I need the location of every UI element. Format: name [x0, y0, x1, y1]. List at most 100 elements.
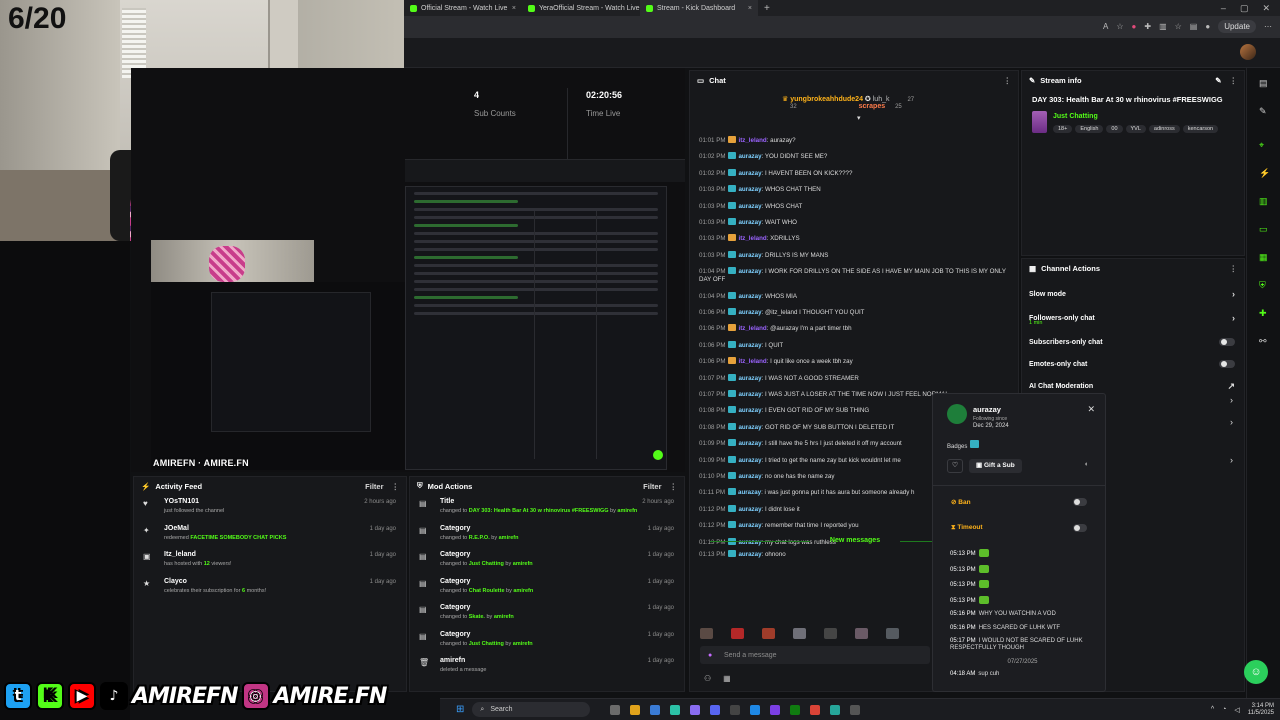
emote-icon[interactable]	[855, 628, 868, 639]
close-tab-icon[interactable]: ×	[512, 5, 516, 12]
message-user[interactable]: aurazay	[738, 506, 761, 513]
message-user[interactable]: aurazay	[738, 522, 761, 529]
app-icon[interactable]	[750, 704, 761, 715]
app-icon[interactable]	[850, 704, 861, 715]
emote-icon[interactable]	[731, 628, 744, 639]
read-aloud-icon[interactable]: A	[1103, 22, 1108, 31]
toggle-switch[interactable]	[1219, 338, 1235, 346]
message-user[interactable]: aurazay	[738, 252, 761, 259]
message-user[interactable]: aurazay	[738, 268, 761, 275]
mod-action-item[interactable]: ▤ Title changed to DAY 303: Health Bar At …	[410, 495, 684, 522]
profile-icon[interactable]: ●	[1205, 22, 1210, 31]
close-tab-icon[interactable]: ×	[748, 5, 752, 12]
document-icon[interactable]: ▥	[1259, 196, 1268, 207]
collections-icon[interactable]: ▤	[1190, 22, 1198, 31]
stream-tag[interactable]: adinross	[1148, 125, 1180, 133]
users-icon[interactable]: ⚇	[704, 674, 711, 683]
mod-action-by[interactable]: amirefn	[617, 508, 637, 514]
new-tab-button[interactable]: +	[758, 3, 776, 14]
avatar[interactable]	[1240, 44, 1256, 60]
stream-tag[interactable]: English	[1075, 125, 1104, 133]
windows-start-icon[interactable]: ⊞	[456, 704, 464, 715]
message-user[interactable]: aurazay	[738, 153, 761, 160]
message-user[interactable]: aurazay	[738, 203, 761, 210]
lock-icon[interactable]: ◐	[1085, 461, 1089, 468]
edit-icon[interactable]: ✎	[1215, 76, 1221, 85]
app-icon[interactable]	[730, 704, 741, 715]
wrench-icon[interactable]: ✚	[1259, 308, 1267, 319]
message-user[interactable]: aurazay	[738, 375, 761, 382]
app-icon[interactable]	[770, 704, 781, 715]
message-user[interactable]: itz_leland	[738, 358, 766, 365]
mod-action-item[interactable]: ▤ Category changed to Skate. by amirefn 1 d…	[410, 601, 684, 628]
message-user[interactable]: aurazay	[738, 293, 761, 300]
close-window-icon[interactable]: ✕	[1262, 3, 1270, 14]
mod-action-by[interactable]: amirefn	[513, 588, 533, 594]
message-user[interactable]: aurazay	[738, 407, 761, 414]
activity-feed-item[interactable]: ▣ Itz_leland has hosted with 12 viewers! 1 …	[134, 548, 406, 575]
split-screen-icon[interactable]: ▥	[1159, 22, 1167, 31]
user-card-username[interactable]: aurazay	[973, 405, 1001, 414]
filter-button[interactable]: Filter	[365, 482, 383, 491]
bolt-icon[interactable]: ⚡	[1259, 168, 1270, 179]
xbox-icon[interactable]	[790, 704, 801, 715]
task-view-icon[interactable]	[610, 704, 621, 715]
message-user[interactable]: aurazay	[738, 457, 761, 464]
chat-toggle-icon[interactable]: ▤	[1259, 78, 1268, 89]
support-chat-button[interactable]: ☺	[1244, 660, 1268, 684]
channel-action-emotes-only-chat[interactable]: Emotes-only chat	[1022, 353, 1244, 375]
emote-icon[interactable]	[700, 628, 713, 639]
stream-tag[interactable]: 18+	[1053, 125, 1073, 133]
update-button[interactable]: Update	[1218, 20, 1256, 33]
toggle-switch[interactable]	[1219, 360, 1235, 368]
discord-icon[interactable]	[710, 704, 721, 715]
follow-heart-button[interactable]: ♡	[947, 459, 963, 473]
message-user[interactable]: itz_leland	[738, 137, 766, 144]
message-user[interactable]: aurazay	[738, 424, 761, 431]
grid-icon[interactable]: ▦	[1259, 252, 1268, 263]
gifter-1[interactable]: yungbrokeahhdude24	[790, 96, 863, 103]
app-icon[interactable]	[830, 704, 841, 715]
expand-chevron-icon[interactable]: ▾	[857, 114, 914, 122]
taskbar-search[interactable]: ⌕ Search	[472, 702, 591, 717]
more-options-icon[interactable]: ⋮	[1230, 76, 1238, 85]
mod-action-item[interactable]: ▤ Category changed to Just Chatting by ami…	[410, 628, 684, 655]
mod-action-by[interactable]: amirefn	[513, 641, 533, 647]
volume-icon[interactable]: ◁	[1234, 706, 1239, 714]
favorite-star-icon[interactable]: ☆	[1116, 22, 1123, 31]
message-user[interactable]: aurazay	[738, 551, 761, 558]
message-user[interactable]: aurazay	[738, 489, 761, 496]
share-icon[interactable]: ⚯	[1259, 336, 1267, 347]
message-user[interactable]: aurazay	[738, 219, 761, 226]
message-user[interactable]: itz_leland	[738, 325, 766, 332]
chevron-right-icon[interactable]: ›	[1230, 395, 1233, 405]
edit-icon[interactable]: ✎	[1259, 106, 1267, 117]
channel-action-followers-only-chat[interactable]: Followers-only chat 1 min ›	[1022, 305, 1244, 331]
menu-dots-icon[interactable]: ⋯	[1264, 22, 1272, 31]
chevron-right-icon[interactable]: ›	[1230, 417, 1233, 427]
emote-icon[interactable]	[824, 628, 837, 639]
mod-action-item[interactable]: ▤ Category changed to R.E.P.O. by amirefn 1…	[410, 522, 684, 549]
gifter-2[interactable]: luh_k	[873, 96, 890, 103]
chevron-right-icon[interactable]: ›	[1232, 313, 1235, 323]
chevron-up-icon[interactable]: ^	[1211, 706, 1214, 713]
channel-action-slow-mode[interactable]: Slow mode ›	[1022, 283, 1244, 305]
message-user[interactable]: aurazay	[738, 170, 761, 177]
gift-sub-button[interactable]: ▣ Gift a Sub	[969, 459, 1022, 473]
mod-action-item[interactable]: ▤ Category changed to Just Chatting by ami…	[410, 548, 684, 575]
stream-tag[interactable]: YVL	[1125, 125, 1146, 133]
mod-action-item[interactable]: 🗑 amirefn deleted a message 1 day ago	[410, 654, 684, 681]
mod-action-by[interactable]: amirefn	[494, 614, 514, 620]
timeout-toggle[interactable]	[1073, 524, 1087, 532]
message-user[interactable]: itz_leland	[738, 235, 766, 242]
message-user[interactable]: aurazay	[738, 473, 761, 480]
message-user[interactable]: aurazay	[738, 186, 761, 193]
crosshair-icon[interactable]: ⌖	[1259, 140, 1264, 151]
browser-tab-1[interactable]: Official Stream - Watch Live ×	[404, 0, 522, 16]
send-message-input[interactable]: ● Send a message	[700, 646, 930, 664]
browser-tab-3[interactable]: Stream - Kick Dashboard ×	[640, 0, 758, 16]
browser-icon[interactable]	[670, 704, 681, 715]
maximize-icon[interactable]: ▢	[1240, 3, 1249, 14]
message-icon[interactable]: ▭	[1259, 224, 1268, 235]
emote-icon[interactable]	[793, 628, 806, 639]
